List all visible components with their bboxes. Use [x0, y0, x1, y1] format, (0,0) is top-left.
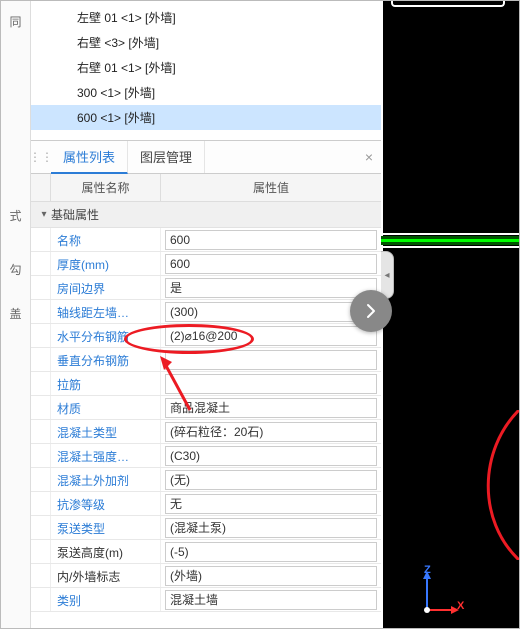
property-name: 材质 [51, 396, 161, 419]
left-toolbar: 同 式 勾 盖 [1, 1, 31, 628]
property-value-cell [161, 540, 381, 563]
property-row: 抗渗等级 [31, 492, 381, 516]
property-value-input[interactable] [165, 518, 377, 538]
property-value-input[interactable] [165, 326, 377, 346]
property-value-input[interactable] [165, 302, 377, 322]
tree-item[interactable]: 右壁 01 <1> [外墙] [31, 55, 381, 80]
property-name: 名称 [51, 228, 161, 251]
tree-item[interactable]: 300 <1> [外墙] [31, 80, 381, 105]
property-row: 名称 [31, 228, 381, 252]
property-row: 泵送类型 [31, 516, 381, 540]
property-value-cell [161, 348, 381, 371]
property-value-cell [161, 588, 381, 611]
property-value-input[interactable] [165, 230, 377, 250]
property-name: 拉筋 [51, 372, 161, 395]
property-name: 混凝土类型 [51, 420, 161, 443]
property-row: 厚度(mm) [31, 252, 381, 276]
property-value-cell [161, 324, 381, 347]
property-row: 类别 [31, 588, 381, 612]
property-name: 厚度(mm) [51, 252, 161, 275]
axis-z-label: Z [424, 564, 431, 576]
property-name: 泵送高度(m) [51, 540, 161, 563]
property-value-input[interactable] [165, 254, 377, 274]
tab-layers[interactable]: 图层管理 [128, 141, 205, 173]
property-name: 内/外墙标志 [51, 564, 161, 587]
group-row[interactable]: ▾ 基础属性 [31, 202, 381, 228]
property-value-cell [161, 516, 381, 539]
property-row: 房间边界 [31, 276, 381, 300]
property-row: 轴线距左墙… [31, 300, 381, 324]
property-row: 混凝土类型 [31, 420, 381, 444]
panel-header: ⋮⋮ 属性列表 图层管理 × [31, 140, 381, 174]
property-value-cell [161, 372, 381, 395]
left-toolbar-item[interactable]: 盖 [5, 307, 27, 321]
property-row: 水平分布钢筋 [31, 324, 381, 348]
property-value-cell [161, 444, 381, 467]
property-name: 水平分布钢筋 [51, 324, 161, 347]
property-name: 类别 [51, 588, 161, 611]
property-row: 垂直分布钢筋 [31, 348, 381, 372]
property-row: 混凝土外加剂 [31, 468, 381, 492]
property-value-input[interactable] [165, 494, 377, 514]
property-value-input[interactable] [165, 446, 377, 466]
property-row: 泵送高度(m) [31, 540, 381, 564]
group-label: 基础属性 [51, 206, 99, 223]
property-name: 抗渗等级 [51, 492, 161, 515]
tree-item[interactable]: 左壁 01 <1> [外墙] [31, 5, 381, 30]
property-name: 轴线距左墙… [51, 300, 161, 323]
chevron-down-icon[interactable]: ▾ [37, 209, 51, 220]
property-value-cell [161, 276, 381, 299]
property-value-cell [161, 420, 381, 443]
axis-gizmo[interactable]: Z X [409, 568, 459, 618]
annotation-curve [471, 410, 519, 560]
axis-x-label: X [457, 600, 464, 612]
property-value-cell [161, 492, 381, 515]
property-row: 混凝土强度… [31, 444, 381, 468]
close-icon[interactable]: × [357, 149, 381, 165]
property-value-input[interactable] [165, 398, 377, 418]
property-value-input[interactable] [165, 278, 377, 298]
tabs: 属性列表 图层管理 [51, 141, 357, 173]
drag-handle-icon[interactable]: ⋮⋮ [31, 143, 51, 171]
property-name: 混凝土强度… [51, 444, 161, 467]
property-value-input[interactable] [165, 566, 377, 586]
property-name: 垂直分布钢筋 [51, 348, 161, 371]
property-name: 房间边界 [51, 276, 161, 299]
nav-next-button[interactable] [350, 290, 392, 332]
property-value-input[interactable] [165, 470, 377, 490]
property-value-input[interactable] [165, 350, 377, 370]
wall-element[interactable] [381, 239, 519, 242]
property-row: 内/外墙标志 [31, 564, 381, 588]
left-toolbar-item[interactable]: 勾 [5, 263, 27, 277]
property-value-input[interactable] [165, 590, 377, 610]
property-value-input[interactable] [165, 542, 377, 562]
tree-item-selected[interactable]: 600 <1> [外墙] [31, 105, 381, 130]
property-value-input[interactable] [165, 422, 377, 442]
property-value-cell [161, 468, 381, 491]
collapse-handle[interactable]: ◂ [381, 251, 394, 299]
property-name: 泵送类型 [51, 516, 161, 539]
property-value-cell [161, 564, 381, 587]
component-tree: 左壁 01 <1> [外墙] 右壁 <3> [外墙] 右壁 01 <1> [外墙… [31, 1, 381, 140]
property-value-cell [161, 252, 381, 275]
tree-item[interactable]: 右壁 <3> [外墙] [31, 30, 381, 55]
grid-header-value: 属性值 [161, 174, 381, 201]
property-value-cell [161, 396, 381, 419]
property-table: 名称厚度(mm)房间边界轴线距左墙…水平分布钢筋垂直分布钢筋拉筋材质混凝土类型混… [31, 228, 381, 628]
left-toolbar-item[interactable]: 式 [5, 209, 27, 223]
property-row: 拉筋 [31, 372, 381, 396]
left-toolbar-item[interactable]: 同 [5, 15, 27, 29]
property-value-input[interactable] [165, 374, 377, 394]
grid-header-name: 属性名称 [51, 174, 161, 201]
tab-properties[interactable]: 属性列表 [51, 141, 128, 174]
property-value-cell [161, 228, 381, 251]
viewport-frame [391, 1, 505, 7]
property-name: 混凝土外加剂 [51, 468, 161, 491]
viewport-3d[interactable]: ◂ Z X [381, 1, 519, 628]
property-row: 材质 [31, 396, 381, 420]
mid-panel: 左壁 01 <1> [外墙] 右壁 <3> [外墙] 右壁 01 <1> [外墙… [31, 1, 381, 628]
property-value-cell [161, 300, 381, 323]
grid-header: 属性名称 属性值 [31, 174, 381, 202]
